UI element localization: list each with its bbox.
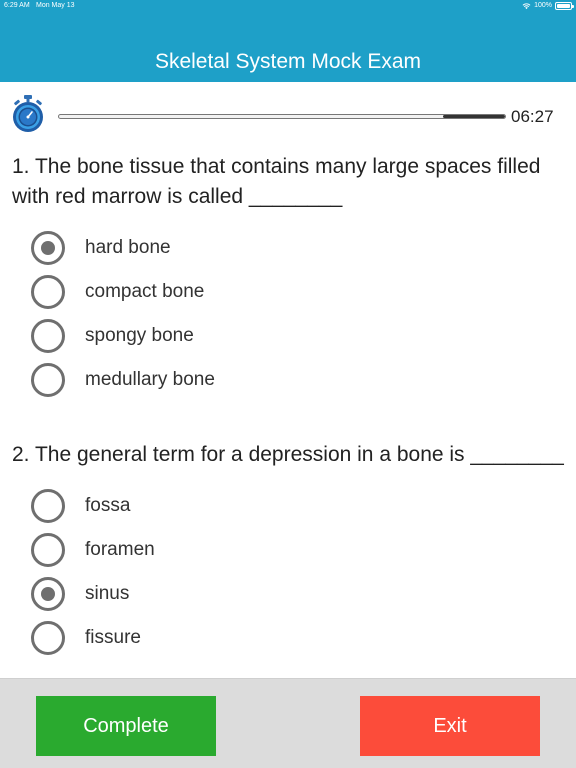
question-1-text: 1. The bone tissue that contains many la… <box>12 155 541 208</box>
app-header: 6:29 AM Mon May 13 100% Skeletal System … <box>0 0 576 82</box>
timer-progress-bar <box>58 114 506 119</box>
timer-progress-fill <box>442 115 505 118</box>
question-1-option-2[interactable]: compact bone <box>0 272 576 316</box>
option-label: sinus <box>85 583 130 604</box>
option-label: medullary bone <box>85 369 215 390</box>
status-bar: 6:29 AM Mon May 13 100% <box>0 0 576 14</box>
status-date: Mon May 13 <box>36 2 75 9</box>
wifi-icon <box>522 3 531 10</box>
radio-button[interactable] <box>31 363 65 397</box>
timer-remaining: 06:27 <box>511 107 554 126</box>
status-indicators: 100% <box>522 0 574 12</box>
radio-button[interactable] <box>31 533 65 567</box>
page-title: Skeletal System Mock Exam <box>154 50 422 73</box>
question-1-option-3[interactable]: spongy bone <box>0 316 576 360</box>
battery-icon <box>555 2 574 10</box>
question-2-option-4[interactable]: fissure <box>0 618 576 662</box>
option-label: fossa <box>85 495 131 516</box>
stopwatch-icon <box>13 95 43 132</box>
radio-button[interactable] <box>31 489 65 523</box>
radio-button[interactable] <box>31 275 65 309</box>
question-2-text: 2. The general term for a depression in … <box>12 443 564 466</box>
question-1-option-1[interactable]: hard bone <box>0 228 576 272</box>
option-label: hard bone <box>85 237 171 258</box>
footer-bar: Complete Exit <box>0 678 576 768</box>
option-label: spongy bone <box>85 325 194 346</box>
option-label: compact bone <box>85 281 205 302</box>
option-label: fissure <box>85 627 141 648</box>
question-2-option-3[interactable]: sinus <box>0 574 576 618</box>
radio-selected-dot <box>41 587 55 601</box>
complete-button[interactable]: Complete <box>36 696 216 756</box>
option-label: foramen <box>85 539 155 560</box>
question-2-option-2[interactable]: foramen <box>0 530 576 574</box>
question-1-option-4[interactable]: medullary bone <box>0 360 576 404</box>
battery-percent: 100% <box>534 2 552 9</box>
status-time: 6:29 AM <box>4 2 30 9</box>
radio-button[interactable] <box>31 577 65 611</box>
radio-button[interactable] <box>31 319 65 353</box>
radio-button[interactable] <box>31 231 65 265</box>
radio-button[interactable] <box>31 621 65 655</box>
timer-row: 06:27 <box>0 94 576 138</box>
exit-button[interactable]: Exit <box>360 696 540 756</box>
question-2-option-1[interactable]: fossa <box>0 486 576 530</box>
radio-selected-dot <box>41 241 55 255</box>
